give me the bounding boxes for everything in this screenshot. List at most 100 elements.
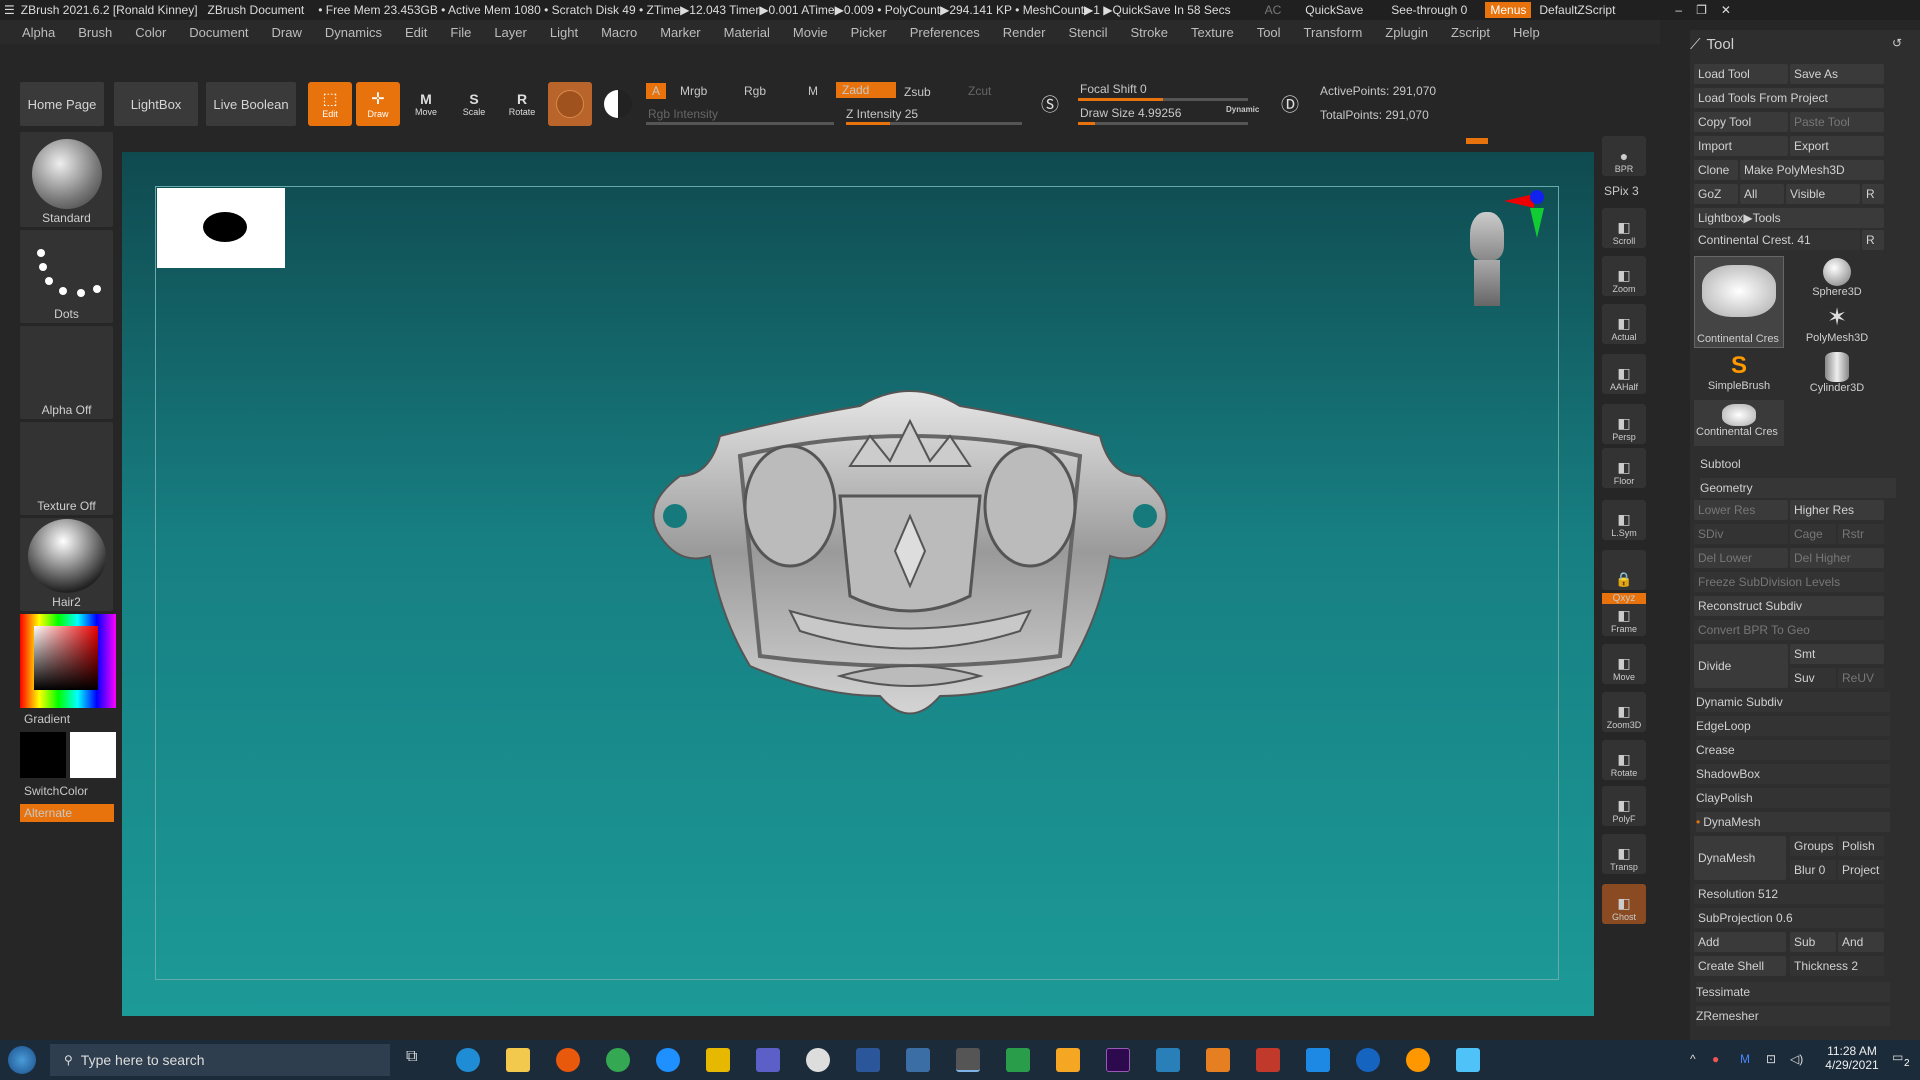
volume-icon[interactable]: ◁) [1790,1052,1803,1066]
shelf-ghost-button[interactable]: ◧ Ghost [1602,884,1646,924]
shelf-persp-button[interactable]: ◧ Persp [1602,404,1646,444]
close-icon[interactable]: ✕ [1721,3,1731,17]
rgb-intensity-track[interactable] [646,122,834,125]
z-intensity-track[interactable] [846,122,1022,125]
shelf-zoom3d-button[interactable]: ◧ Zoom3D [1602,692,1646,732]
load-tools-from-project-button[interactable]: Load Tools From Project [1694,88,1884,108]
gradient-label[interactable]: Gradient [24,712,70,726]
lightbox-tools-button[interactable]: Lightbox▶Tools [1694,208,1884,228]
continental-crest-model[interactable] [640,376,1180,736]
m-toggle[interactable]: M [808,84,818,98]
shelf-floor-button[interactable]: ◧ Floor [1602,448,1646,488]
shadowbox-section[interactable]: ShadowBox [1696,764,1890,784]
crease-section[interactable]: Crease [1696,740,1890,760]
ie-browser-icon[interactable] [656,1048,680,1072]
alpha-selector[interactable]: Alpha Off [20,326,113,419]
menu-render[interactable]: Render [1003,25,1053,40]
menu-document[interactable]: Document [189,25,255,40]
shelf-lock-button[interactable]: 🔒 [1602,550,1646,590]
tray-app-icon[interactable]: ● [1712,1052,1719,1066]
load-tool-button[interactable]: Load Tool [1694,64,1788,84]
menu-layer[interactable]: Layer [494,25,534,40]
zremesher-section[interactable]: ZRemesher [1696,1006,1890,1026]
tessimate-section[interactable]: Tessimate [1696,982,1890,1002]
material-selector[interactable]: Hair2 [20,518,113,611]
restore-icon[interactable]: ❐ [1696,3,1707,17]
a-toggle[interactable]: A [646,83,667,99]
goz-visible-button[interactable]: Visible [1786,184,1860,204]
rstr-button[interactable]: Rstr [1838,524,1884,544]
export-button[interactable]: Export [1790,136,1884,156]
edge-browser-icon[interactable] [456,1048,480,1072]
alternate-button[interactable]: Alternate [20,804,114,822]
switch-color-button[interactable]: SwitchColor [24,784,88,798]
zcut-toggle[interactable]: Zcut [968,84,991,98]
menu-alpha[interactable]: Alpha [22,25,62,40]
xyz-symmetry-toggle[interactable]: Qxyz [1602,593,1646,604]
goz-button[interactable]: GoZ [1694,184,1738,204]
draw-mode-button[interactable]: ✛ Draw [356,82,400,126]
axis-gizmo[interactable] [1504,190,1548,246]
shelf-move-button[interactable]: ◧ Move [1602,644,1646,684]
color-square[interactable] [34,626,98,690]
shelf-lsym-button[interactable]: ◧ L.Sym [1602,500,1646,540]
smt-toggle[interactable]: Smt [1790,644,1884,664]
paste-tool-button[interactable]: Paste Tool [1790,112,1884,132]
save-as-button[interactable]: Save As [1790,64,1884,84]
quicksave-button[interactable]: QuickSave [1305,3,1363,17]
draw-size-track[interactable] [1078,122,1248,125]
color-sphere-button[interactable] [596,82,640,126]
menu-texture[interactable]: Texture [1191,25,1241,40]
zbrush-taskbar-icon[interactable] [956,1048,980,1072]
notification-icon[interactable]: ▭ [1892,1050,1903,1064]
menu-zplugin[interactable]: Zplugin [1385,25,1435,40]
subtool-section[interactable]: Subtool [1700,454,1890,474]
d-symmetry-button[interactable]: Ⓓ [1272,84,1308,124]
rgb-intensity-slider[interactable]: Rgb Intensity [648,107,718,121]
material-swatch-button[interactable] [548,82,592,126]
zsub-toggle[interactable]: Zsub [904,85,931,99]
network-icon[interactable]: ⊡ [1766,1052,1776,1066]
menu-edit[interactable]: Edit [405,25,434,40]
menu-file[interactable]: File [450,25,478,40]
lightbox-button[interactable]: LightBox [114,82,198,126]
face-app-icon[interactable] [1406,1048,1430,1072]
thickness-slider[interactable]: Thickness 2 [1790,956,1884,976]
menu-zscript[interactable]: Zscript [1451,25,1497,40]
shelf-rotate-button[interactable]: ◧ Rotate [1602,740,1646,780]
shelf-actual-button[interactable]: ◧ Actual [1602,304,1646,344]
video-app-icon[interactable] [1156,1048,1180,1072]
clone-button[interactable]: Clone [1694,160,1738,180]
menu-brush[interactable]: Brush [78,25,119,40]
shelf-polyf-button[interactable]: ◧ PolyF [1602,786,1646,826]
dynamesh-button[interactable]: DynaMesh [1694,836,1786,880]
draw-size-slider[interactable]: Draw Size 4.99256 [1080,106,1181,120]
project-toggle[interactable]: Project [1838,860,1884,880]
taskbar-search-box[interactable]: ⚲ Type here to search [50,1044,390,1076]
task-view-icon[interactable]: ⧉ [406,1048,430,1072]
chrome-icon[interactable] [606,1048,630,1072]
tray-m-icon[interactable]: M [1740,1052,1750,1066]
subprojection-slider[interactable]: SubProjection 0.6 [1694,908,1884,928]
firefox-icon[interactable] [556,1048,580,1072]
shelf-transp-button[interactable]: ◧ Transp [1602,834,1646,874]
shelf-zoom-button[interactable]: ◧ Zoom [1602,256,1646,296]
menu-draw[interactable]: Draw [272,25,309,40]
polish-toggle[interactable]: Polish [1838,836,1884,856]
blur-slider[interactable]: Blur 0 [1790,860,1836,880]
minimize-icon[interactable]: – [1675,3,1682,17]
color-picker[interactable] [20,614,116,708]
freeze-subdivision-button[interactable]: Freeze SubDivision Levels [1694,572,1884,592]
mrgb-toggle[interactable]: Mrgb [680,84,707,98]
menu-marker[interactable]: Marker [660,25,707,40]
collapse-icon[interactable]: ↺ [1892,36,1902,50]
photo-app-icon[interactable] [1056,1048,1080,1072]
tray-chevron-icon[interactable]: ^ [1690,1052,1696,1066]
make-polymesh3d-button[interactable]: Make PolyMesh3D [1740,160,1884,180]
start-button-icon[interactable] [8,1046,36,1074]
texture-selector[interactable]: Texture Off [20,422,113,515]
reuv-button[interactable]: ReUV [1838,668,1884,688]
cloud-app-icon[interactable] [1306,1048,1330,1072]
folder-icon[interactable] [706,1048,730,1072]
menus-toggle[interactable]: Menus [1485,2,1532,18]
